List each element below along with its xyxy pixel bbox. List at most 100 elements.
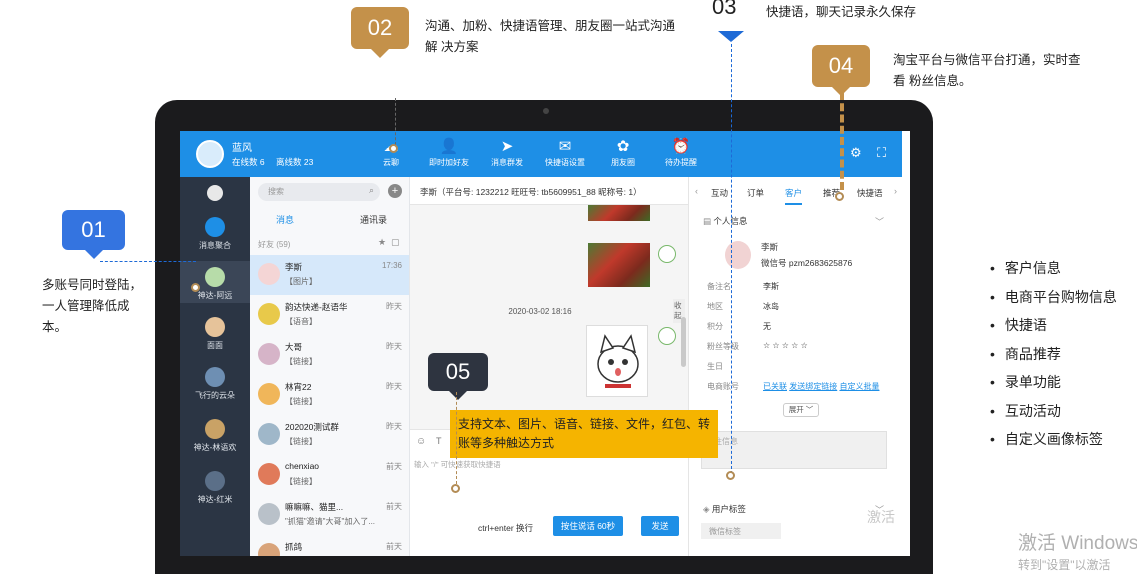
- toolbar-moments[interactable]: ✿ 朋友圈: [595, 137, 651, 168]
- toolbar-label: 待办提醒: [665, 158, 697, 167]
- linked-link[interactable]: 已关联: [763, 382, 787, 391]
- star-icon[interactable]: ★: [378, 237, 386, 248]
- search-input[interactable]: 搜索 ⌕: [258, 183, 380, 201]
- tab-interaction[interactable]: 互动: [711, 187, 728, 199]
- scrollbar[interactable]: [681, 317, 686, 367]
- message-aggregate-icon: [205, 217, 225, 237]
- conv-time: 昨天: [386, 422, 402, 431]
- chevron-down-icon[interactable]: ﹀: [875, 215, 884, 228]
- connector-dot-05: [451, 484, 460, 493]
- star-rating[interactable]: ☆ ☆ ☆ ☆ ☆: [763, 341, 808, 350]
- webcam: [543, 108, 549, 114]
- toolbar-mass-send[interactable]: ➤ 消息群发: [479, 137, 535, 168]
- chevron-left-icon[interactable]: ‹: [695, 186, 698, 196]
- row-label: 积分: [707, 322, 723, 331]
- info-row-points: 积分 无: [707, 321, 903, 332]
- conv-preview: 【链接】: [285, 357, 317, 366]
- list-item: 商品推荐: [990, 344, 1117, 373]
- toolbar-add-friend[interactable]: 👤 即时加好友: [421, 137, 477, 168]
- callout-05-badge: 05: [428, 353, 488, 391]
- voice-button[interactable]: 按住说话 60秒: [553, 516, 623, 536]
- account-rail: 消息聚合 神达-阿远 面面 飞行的云朵 神达-林语欢 神达-红米: [180, 177, 250, 556]
- custom-batch-link[interactable]: 自定义批量: [839, 382, 879, 391]
- expand-button[interactable]: 展开 ﹀: [783, 403, 819, 417]
- row-value[interactable]: 冰岛: [763, 301, 779, 312]
- list-item[interactable]: 韵达快递-赵语华 【语音】 昨天: [250, 295, 409, 335]
- avatar: [725, 241, 751, 269]
- account-avatar[interactable]: [196, 140, 224, 168]
- wechat-tag-select[interactable]: 微信标签: [701, 523, 781, 539]
- emoji-icon[interactable]: ☺: [416, 436, 426, 447]
- chat-header: 李斯（平台号: 1232212 旺旺号: tb5609951_88 昵称号: 1…: [410, 177, 688, 205]
- callout-05-number: 05: [445, 359, 471, 384]
- feature-list: 客户信息 电商平台购物信息 快捷语 商品推荐 录单功能 互动活动 自定义画像标签: [990, 258, 1117, 458]
- offline-count: 离线数 23: [276, 157, 314, 167]
- conv-preview: 【语音】: [285, 317, 317, 326]
- section-user-tags: ◈ 用户标签: [703, 503, 746, 515]
- text-icon[interactable]: T: [436, 436, 442, 446]
- sticker-message[interactable]: [586, 325, 648, 397]
- rail-item-aggregate[interactable]: 消息聚合: [180, 217, 250, 251]
- connector-dot-04: [835, 192, 844, 201]
- send-hint: ctrl+enter 换行: [478, 523, 534, 533]
- fullscreen-icon[interactable]: ⛶: [877, 145, 886, 161]
- list-item[interactable]: 202020测试群 【链接】 昨天: [250, 415, 409, 455]
- row-label: 生日: [707, 362, 723, 371]
- conv-time: 昨天: [386, 342, 402, 351]
- toolbar-quick-reply[interactable]: ✉ 快捷语设置: [537, 137, 593, 168]
- list-item[interactable]: 林宵22 【链接】 昨天: [250, 375, 409, 415]
- tab-contacts[interactable]: 通讯录: [360, 213, 387, 226]
- conv-time: 昨天: [386, 382, 402, 391]
- conv-time: 昨天: [386, 302, 402, 311]
- customer-name: 李斯: [761, 242, 779, 252]
- toolbar-reminder[interactable]: ⏰ 待办提醒: [653, 137, 709, 168]
- avatar: [258, 343, 280, 365]
- callout-01-number: 01: [81, 217, 106, 242]
- document-icon[interactable]: ▢: [391, 237, 400, 248]
- image-message[interactable]: [588, 243, 650, 287]
- moments-icon: ✿: [616, 138, 630, 155]
- send-bind-link[interactable]: 发送绑定链接: [789, 382, 837, 391]
- tab-customer[interactable]: 客户: [785, 187, 803, 205]
- rail-item-account-1[interactable]: 神达-阿远: [180, 261, 250, 303]
- list-item[interactable]: 大哥 【链接】 昨天: [250, 335, 409, 375]
- row-label: 电商账号: [707, 382, 739, 391]
- rail-label: 飞行的云朵: [195, 391, 235, 400]
- rail-item-account-2[interactable]: 面面: [180, 317, 250, 351]
- conv-time: 前天: [386, 542, 402, 551]
- avatar: [207, 185, 223, 201]
- callout-03-pointer: [718, 31, 744, 42]
- list-item[interactable]: chenxiao 【链接】 前天: [250, 455, 409, 495]
- rail-label: 神达-红米: [197, 495, 233, 504]
- conversation-list: 搜索 ⌕ + 消息 通讯录 好友 (59) ★ ▢ 李斯 【图片】 17:36 韵达快…: [250, 177, 410, 556]
- rail-item-account-3[interactable]: 飞行的云朵: [180, 367, 250, 401]
- gear-icon[interactable]: ⚙: [850, 145, 862, 161]
- info-row-fan-level: 粉丝等级 ☆ ☆ ☆ ☆ ☆: [707, 341, 903, 352]
- conv-preview: 【链接】: [285, 477, 317, 486]
- chevron-right-icon[interactable]: ›: [894, 186, 897, 196]
- add-button[interactable]: +: [388, 184, 402, 198]
- tab-orders[interactable]: 订单: [747, 187, 764, 199]
- tab-quick-reply[interactable]: 快捷语: [857, 187, 883, 199]
- add-friend-icon: 👤: [439, 138, 459, 155]
- rail-label: 神达-阿远: [197, 291, 233, 300]
- list-item[interactable]: 李斯 【图片】 17:36: [250, 255, 409, 295]
- connector-05: [456, 392, 457, 484]
- rail-item-top[interactable]: [180, 185, 250, 204]
- rail-item-account-5[interactable]: 神达-红米: [180, 471, 250, 505]
- rail-item-account-4[interactable]: 神达-林语欢: [180, 419, 250, 453]
- row-value[interactable]: 李斯: [763, 281, 779, 292]
- info-row-remark: 备注名 李斯: [707, 281, 903, 292]
- avatar: [205, 367, 225, 387]
- list-item[interactable]: 嘛嘛嘛、猫里... "抓猫"邀请"大哥"加入了... 前天: [250, 495, 409, 535]
- tab-messages[interactable]: 消息: [276, 213, 294, 226]
- connector-01: [100, 261, 196, 262]
- row-value[interactable]: 无: [763, 321, 771, 332]
- image-message[interactable]: [588, 205, 650, 221]
- list-item[interactable]: 抓鸽 前天: [250, 535, 409, 556]
- conv-name: chenxiao: [285, 461, 320, 471]
- note-field[interactable]: 备注信息: [701, 431, 887, 469]
- row-label: 备注名: [707, 282, 731, 291]
- friends-header: 好友 (59): [258, 240, 291, 249]
- send-button[interactable]: 发送: [641, 516, 679, 536]
